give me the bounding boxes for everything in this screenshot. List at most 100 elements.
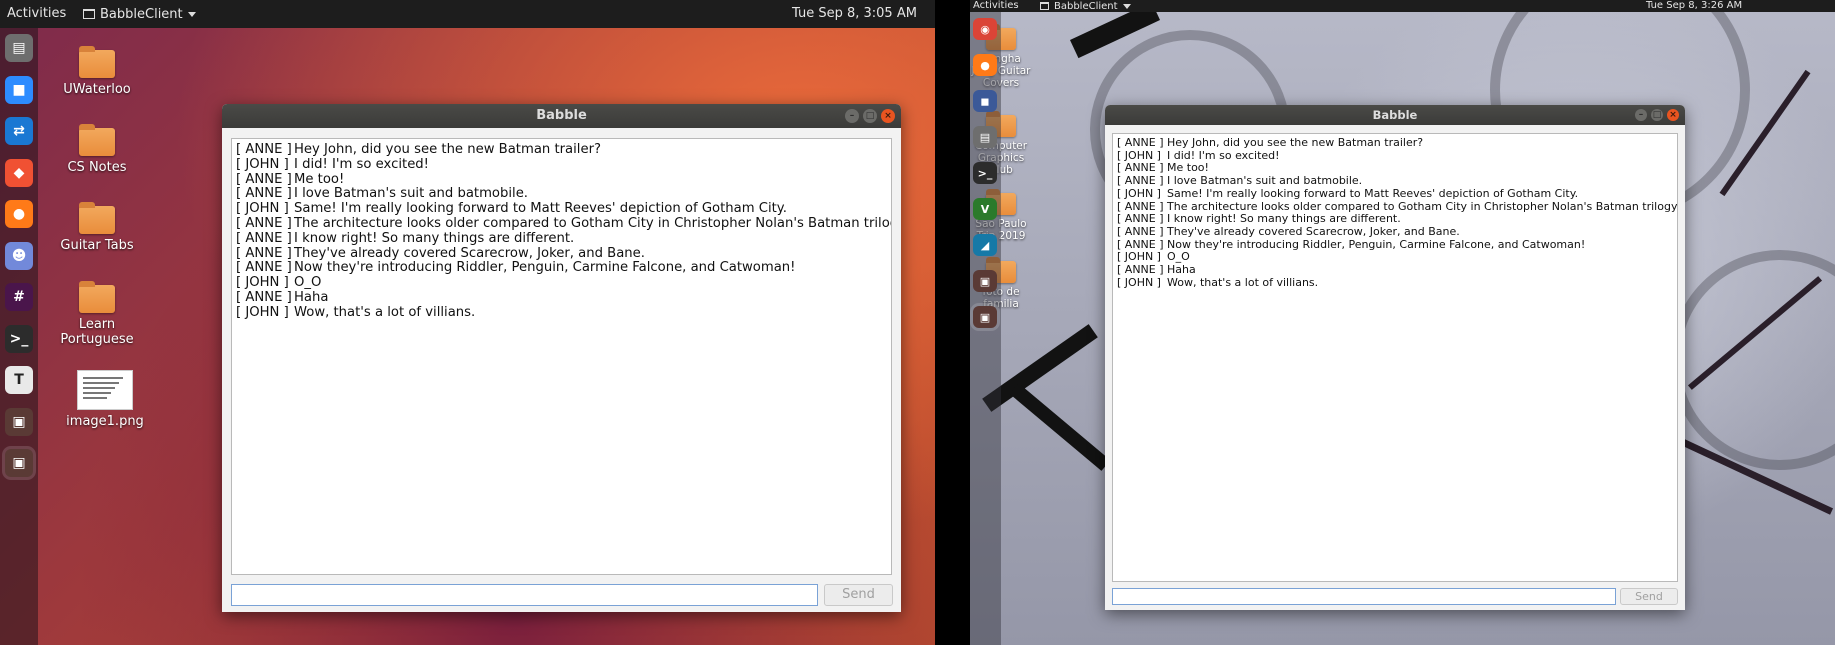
clock[interactable]: Tue Sep 8, 3:05 AM — [792, 0, 917, 28]
message-sender: [ ANNE ] — [236, 260, 292, 276]
chat-message: [ ANNE ] Now they're introducing Riddler,… — [236, 260, 887, 276]
close-icon[interactable]: × — [1667, 109, 1679, 121]
close-icon[interactable]: × — [881, 109, 895, 123]
zoom-icon[interactable]: ■ — [5, 75, 33, 104]
typora-icon[interactable]: T — [5, 366, 33, 394]
message-text: Haha — [1167, 263, 1196, 277]
message-text: I know right! So many things are differe… — [294, 230, 575, 246]
chat-message: [ JOHN ] Same! I'm really looking forward… — [236, 201, 887, 217]
message-text: I love Batman's suit and batmobile. — [1167, 174, 1363, 188]
message-input[interactable] — [1112, 588, 1616, 605]
chat-log[interactable]: [ ANNE ] Hey John, did you see the new Ba… — [231, 138, 892, 575]
message-sender: [ JOHN ] — [1117, 275, 1161, 289]
git-icon[interactable]: ◆ — [5, 158, 33, 187]
clock[interactable]: Tue Sep 8, 3:26 AM — [1646, 0, 1742, 12]
maximize-icon[interactable]: □ — [863, 109, 877, 123]
teamviewer-icon[interactable]: ⇄ — [5, 117, 33, 145]
message-input[interactable] — [231, 584, 818, 606]
app-menu[interactable]: BabbleClient — [83, 0, 196, 28]
babble-window: Babble – □ × [ ANNE ] Hey John, did you s… — [1105, 105, 1685, 610]
desktop-item-label: Learn Portuguese — [60, 317, 134, 347]
discord-icon[interactable]: ☻ — [5, 241, 33, 270]
title-bar[interactable]: Babble – □ × — [1105, 105, 1685, 125]
chat-message: [ ANNE ] The architecture looks older com… — [236, 215, 891, 232]
folder-icon — [79, 46, 115, 78]
message-text: Hey John, did you see the new Batman tra… — [294, 142, 601, 157]
title-bar[interactable]: Babble – □ × — [222, 104, 901, 128]
message-text: O_O — [294, 275, 322, 291]
desktop-folder[interactable]: Learn Portuguese — [52, 281, 142, 347]
message-sender: [ ANNE ] — [236, 171, 292, 187]
desktop-file[interactable]: image1.png — [60, 370, 150, 429]
message-text: Same! I'm really looking forward to Matt… — [1167, 186, 1579, 200]
wireshark-icon[interactable]: ◢ — [973, 234, 997, 256]
chat-message: [ JOHN ] I did! I'm so excited! — [236, 156, 887, 173]
message-text: They've already covered Scarecrow, Joker… — [1167, 224, 1460, 238]
desktop-folder[interactable]: UWaterloo — [52, 46, 142, 97]
terminal-icon[interactable]: >_ — [973, 162, 997, 184]
messenger-icon[interactable]: ◼ — [973, 90, 997, 112]
desktop-folder[interactable]: CS Notes — [52, 124, 142, 175]
chat-message: [ JOHN ] Wow, that's a lot of villians. — [1117, 275, 1673, 290]
message-sender: [ ANNE ] — [236, 289, 292, 305]
chevron-down-icon — [1122, 3, 1131, 9]
window-title: Babble — [536, 108, 587, 123]
app-window-icon — [83, 9, 95, 19]
send-button[interactable]: Send — [824, 584, 893, 606]
minimize-icon[interactable]: – — [1635, 109, 1647, 121]
chrome-icon[interactable]: ◉ — [973, 18, 997, 40]
message-sender: [ JOHN ] — [236, 304, 289, 320]
message-sender: [ JOHN ] — [236, 156, 289, 172]
message-sender: [ ANNE ] — [1117, 224, 1164, 238]
message-text: I did! I'm so excited! — [1167, 148, 1280, 162]
app-window-icon[interactable]: ▣ — [5, 449, 33, 477]
message-sender: [ JOHN ] — [236, 275, 289, 291]
folder-icon — [79, 124, 115, 156]
vim-icon[interactable]: V — [973, 198, 997, 220]
app-window-icon[interactable]: ▣ — [5, 407, 33, 436]
chat-message: [ ANNE ] Hey John, did you see the new Ba… — [236, 142, 887, 158]
desktop-folder[interactable]: Guitar Tabs — [52, 202, 142, 253]
chat-log[interactable]: [ ANNE ] Hey John, did you see the new Ba… — [1112, 133, 1678, 582]
activities-button[interactable]: Activities — [973, 0, 1019, 12]
minimize-icon[interactable]: – — [845, 109, 859, 123]
message-sender: [ ANNE ] — [236, 215, 292, 231]
message-sender: [ ANNE ] — [1117, 174, 1164, 188]
message-text: Me too! — [1167, 161, 1209, 175]
window-title: Babble — [1372, 108, 1418, 122]
message-text: Wow, that's a lot of villians. — [1167, 275, 1319, 289]
desktop-item-label: UWaterloo — [63, 82, 131, 97]
dock: ▤ ■ ⇄ ◆ ● ☻ # >_ T ▣ ▣ — [0, 28, 38, 645]
files-icon[interactable]: ▤ — [973, 126, 997, 148]
firefox-icon[interactable]: ● — [973, 54, 997, 76]
app-window-icon[interactable]: ▣ — [973, 270, 997, 292]
message-sender: [ ANNE ] — [236, 230, 292, 246]
message-text: I know right! So many things are differe… — [1167, 212, 1401, 226]
message-text: I love Batman's suit and batmobile. — [294, 186, 528, 202]
top-bar: Activities BabbleClient Tue Sep 8, 3:05 … — [0, 0, 935, 28]
chat-message: [ JOHN ] O_O — [236, 275, 887, 291]
app-window-icon[interactable]: ▣ — [973, 306, 997, 328]
firefox-icon[interactable]: ● — [5, 200, 33, 228]
left-desktop: Activities BabbleClient Tue Sep 8, 3:05 … — [0, 0, 935, 645]
chat-message: [ ANNE ] Haha — [236, 289, 887, 306]
babble-window: Babble – □ × [ ANNE ] Hey John, did you s… — [222, 104, 901, 612]
slack-icon[interactable]: # — [5, 283, 33, 311]
activities-button[interactable]: Activities — [7, 0, 66, 28]
top-bar: Activities BabbleClient Tue Sep 8, 3:26 … — [970, 0, 1835, 12]
app-menu[interactable]: BabbleClient — [1040, 0, 1131, 12]
message-sender: [ ANNE ] — [236, 245, 292, 261]
message-text: They've already covered Scarecrow, Joker… — [294, 245, 645, 261]
chat-message: [ ANNE ] Now they're introducing Riddler,… — [1117, 238, 1673, 252]
maximize-icon[interactable]: □ — [1651, 109, 1663, 121]
desktop-item-label: CS Notes — [67, 160, 127, 175]
message-text: Hey John, did you see the new Batman tra… — [1167, 136, 1424, 149]
desktop-item-label: Guitar Tabs — [60, 238, 134, 253]
right-desktop: Activities BabbleClient Tue Sep 8, 3:26 … — [970, 0, 1835, 645]
chat-message: [ JOHN ] Wow, that's a lot of villians. — [236, 304, 887, 321]
chat-message: [ JOHN ] O_O — [1117, 250, 1673, 264]
terminal-icon[interactable]: >_ — [5, 324, 33, 353]
send-button[interactable]: Send — [1620, 588, 1678, 605]
folder-icon — [79, 202, 115, 234]
files-icon[interactable]: ▤ — [5, 34, 33, 62]
